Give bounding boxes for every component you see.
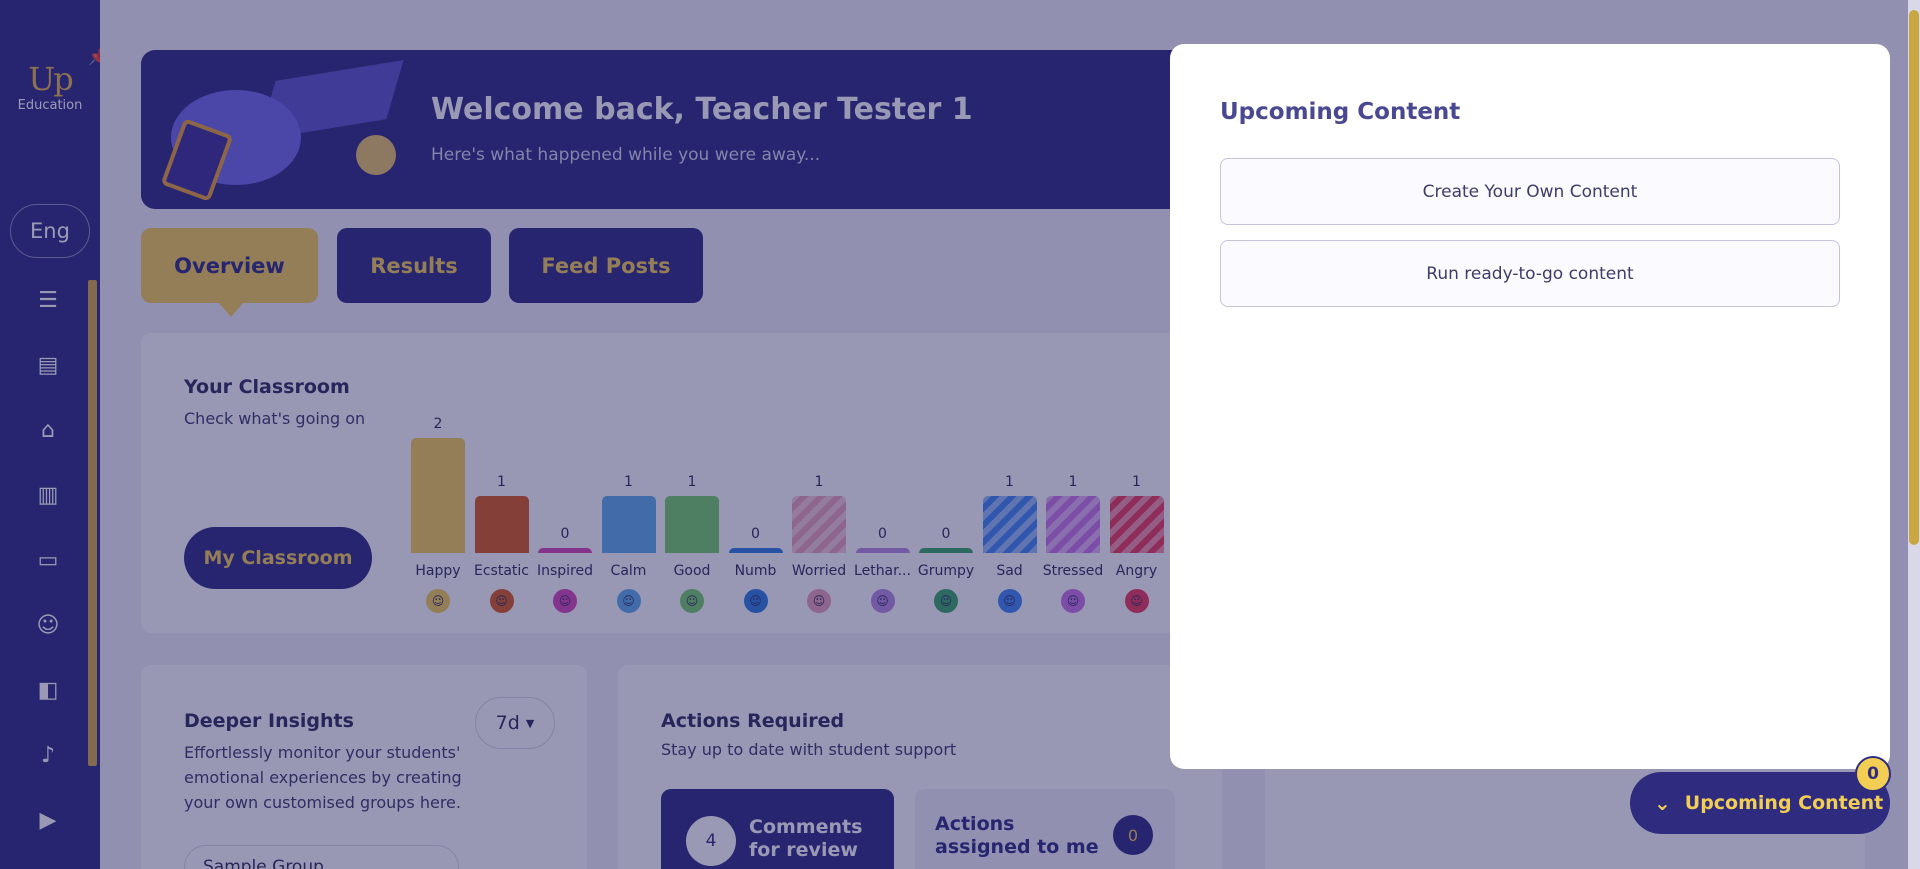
create-content-button[interactable]: Create Your Own Content xyxy=(1220,158,1840,225)
upcoming-content-title: Upcoming Content xyxy=(1220,99,1461,125)
upcoming-content-panel: Upcoming Content Create Your Own Content… xyxy=(1170,44,1890,769)
upcoming-content-toggle[interactable]: ⌄ Upcoming Content xyxy=(1630,772,1890,834)
run-content-button[interactable]: Run ready-to-go content xyxy=(1220,240,1840,307)
page-scrollbar-thumb[interactable] xyxy=(1909,10,1919,545)
upcoming-content-label: Upcoming Content xyxy=(1684,792,1884,814)
upcoming-count-badge: 0 xyxy=(1855,756,1891,792)
double-chevron-down-icon: ⌄ xyxy=(1654,791,1671,815)
